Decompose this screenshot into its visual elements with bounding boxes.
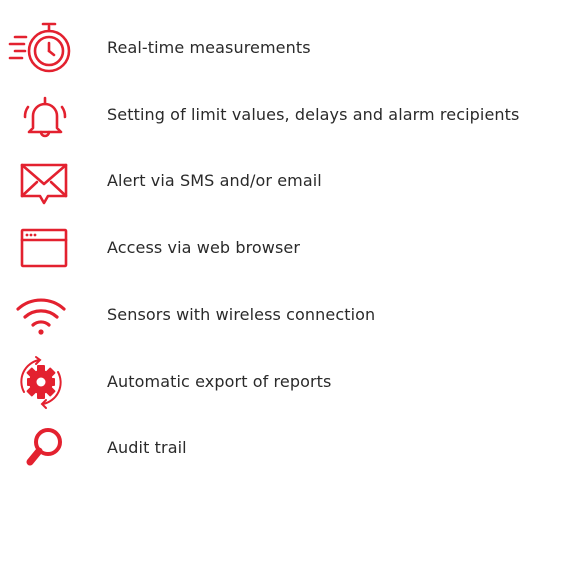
feature-label: Access via web browser: [107, 238, 301, 257]
feature-label: Real-time measurements: [107, 38, 311, 57]
feature-item-wireless: Sensors with wireless connection: [0, 285, 584, 345]
gear-export-icon: [6, 352, 78, 412]
feature-list: Real-time measurements Setting of limit …: [0, 0, 584, 584]
feature-label: Alert via SMS and/or email: [107, 171, 322, 190]
feature-label: Setting of limit values, delays and alar…: [107, 105, 520, 124]
feature-item-browser: Access via web browser: [0, 218, 584, 278]
feature-label: Automatic export of reports: [107, 372, 332, 391]
bell-icon: [6, 85, 78, 145]
magnifying-glass-icon: [6, 418, 78, 478]
feature-item-audit: Audit trail: [0, 418, 584, 478]
feature-label: Sensors with wireless connection: [107, 305, 376, 324]
feature-item-limits: Setting of limit values, delays and alar…: [0, 85, 584, 145]
envelope-icon: [6, 151, 78, 211]
feature-item-alert: Alert via SMS and/or email: [0, 151, 584, 211]
browser-window-icon: [6, 218, 78, 278]
feature-label: Audit trail: [107, 438, 187, 457]
stopwatch-icon: [6, 18, 78, 78]
wifi-icon: [6, 285, 78, 345]
feature-item-export: Automatic export of reports: [0, 352, 584, 412]
feature-item-realtime: Real-time measurements: [0, 18, 584, 78]
